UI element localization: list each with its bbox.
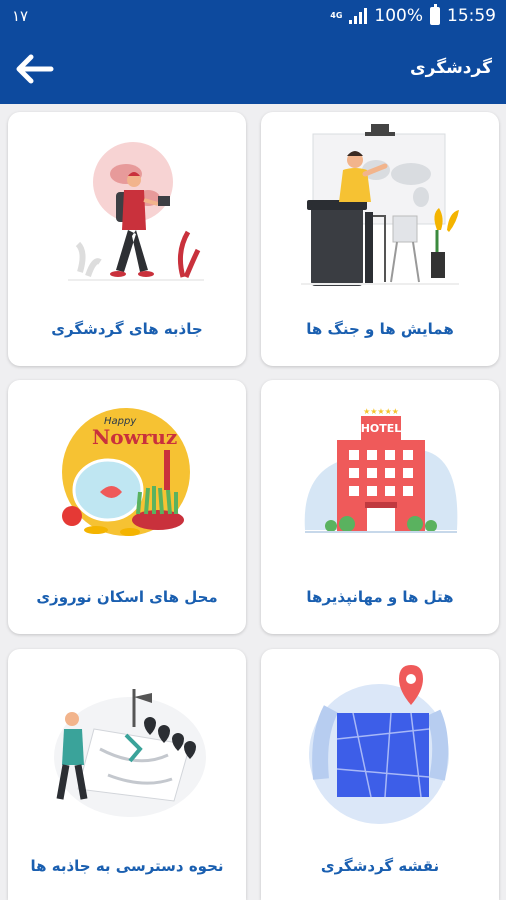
card-hotels[interactable]: HOTEL ★★★★★ هتل ها و مهانپذیرها: [261, 380, 499, 634]
card-conferences[interactable]: همایش ها و جنگ ها: [261, 112, 499, 366]
status-bar: ۱۷ 4G 100% 15:59: [0, 0, 506, 34]
clock: 15:59: [447, 6, 496, 26]
card-tourism-map[interactable]: نقشه گردشگری: [261, 649, 499, 900]
card-label: همایش ها و جنگ ها: [306, 320, 454, 338]
card-directions[interactable]: نحوه دسترسی به جاذبه ها: [8, 649, 246, 900]
status-notification-count: ۱۷: [12, 7, 29, 25]
hotel-illustration: HOTEL ★★★★★: [304, 407, 458, 533]
traveler-illustration: [68, 142, 204, 281]
card-label: محل های اسکان نوروزی: [36, 588, 218, 606]
card-nowruz-accommodation[interactable]: Happy Nowruz محل های اسکان نوروزی: [8, 380, 246, 634]
map-pin-illustration: [309, 665, 449, 824]
page-title: گردشگری: [410, 58, 492, 78]
card-label: جاذبه های گردشگری: [51, 320, 203, 338]
back-button[interactable]: [10, 48, 60, 90]
nowruz-illustration: Happy Nowruz: [62, 408, 190, 536]
svg-text:★★★★★: ★★★★★: [363, 407, 399, 416]
card-label: نحوه دسترسی به جاذبه ها: [30, 857, 224, 875]
nowruz-title-text: Nowruz: [92, 425, 177, 449]
signal-icon: [349, 8, 368, 24]
status-right: 4G 100% 15:59: [330, 4, 496, 26]
app-bar: گردشگری: [0, 34, 506, 104]
network-type-indicator: 4G: [330, 11, 343, 20]
arrow-left-icon: [16, 54, 54, 84]
battery-icon: [430, 4, 440, 25]
card-label: هتل ها و مهانپذیرها: [306, 588, 454, 606]
hotel-sign-text: HOTEL: [361, 422, 402, 435]
card-label: نقشه گردشگری: [320, 857, 440, 875]
directions-illustration: [54, 689, 206, 817]
presentation-illustration: [301, 124, 459, 286]
card-attractions[interactable]: جاذبه های گردشگری: [8, 112, 246, 366]
battery-percent: 100%: [374, 6, 423, 26]
